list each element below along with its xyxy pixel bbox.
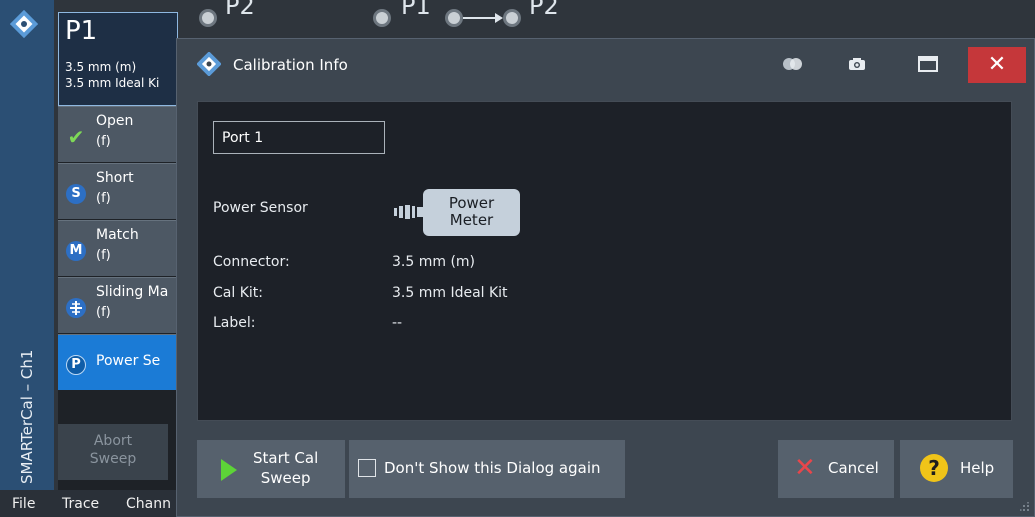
port-p1-box[interactable]: P1 3.5 mm (m) 3.5 mm Ideal Ki — [58, 12, 178, 106]
port-kit: 3.5 mm Ideal Ki — [65, 76, 160, 90]
help-label: Help — [960, 459, 995, 477]
standard-gender: (f) — [96, 134, 111, 149]
port-field: Port 1 — [213, 121, 385, 154]
menu-file[interactable]: File — [12, 496, 35, 512]
standard-match[interactable]: M Match (f) — [58, 220, 178, 276]
port-connector: 3.5 mm (m) — [65, 60, 137, 74]
port-p2-label: P2 — [225, 0, 255, 20]
port-connector-icon — [199, 9, 217, 27]
play-icon — [221, 459, 237, 481]
port-connector-icon — [373, 9, 391, 27]
standard-name: Short — [96, 170, 134, 186]
label-value: -- — [392, 315, 403, 331]
connector-value: 3.5 mm (m) — [392, 254, 476, 270]
power-sensor-icon: P — [66, 355, 86, 375]
standard-name: Power Se — [96, 353, 161, 369]
power-sensor-label: Power Sensor — [213, 200, 308, 216]
port-pair-p1-label: P1 — [401, 0, 431, 20]
start-line2: Sweep — [260, 469, 311, 487]
camera-icon — [849, 58, 865, 70]
maximize-button[interactable] — [903, 39, 953, 89]
label-label: Label: — [213, 315, 256, 331]
port-connector-icon — [503, 9, 521, 27]
close-icon: ✕ — [987, 52, 1007, 77]
standard-gender: (f) — [96, 248, 111, 263]
power-meter-icon: Power Meter — [423, 189, 520, 236]
standard-open[interactable]: ✔ Open (f) — [58, 106, 178, 162]
close-button[interactable]: ✕ — [968, 47, 1026, 83]
cal-kit-label: Cal Kit: — [213, 285, 263, 301]
transparency-toggle-button[interactable] — [768, 39, 818, 89]
standard-name: Open — [96, 113, 134, 129]
dialog-titlebar[interactable]: Calibration Info ✕ — [177, 39, 1034, 89]
start-cal-sweep-button[interactable]: Start Cal Sweep — [197, 440, 345, 498]
standard-gender: (f) — [96, 191, 111, 206]
menu-trace[interactable]: Trace — [62, 496, 99, 512]
standard-sliding-match[interactable]: Sliding Ma (f) — [58, 277, 178, 333]
help-button[interactable]: ? Help — [900, 440, 1013, 498]
resize-grip-icon[interactable] — [1020, 502, 1030, 512]
port-connector-icon — [445, 9, 463, 27]
maximize-icon — [918, 56, 938, 72]
screenshot-button[interactable] — [832, 39, 882, 89]
check-icon: ✔ — [67, 125, 85, 149]
left-strip: SMARTerCal – Ch1 — [0, 0, 54, 490]
rohde-schwarz-logo-icon — [10, 10, 38, 38]
match-icon: M — [66, 241, 86, 261]
calibration-standards-panel: P1 3.5 mm (m) 3.5 mm Ideal Ki ✔ Open (f)… — [58, 12, 178, 492]
dont-show-checkbox[interactable] — [358, 459, 376, 477]
start-line1: Start Cal — [253, 449, 319, 467]
calibration-info-panel: Port 1 Power Sensor Power Meter Connecto… — [197, 101, 1012, 421]
short-icon: S — [66, 184, 86, 204]
cal-kit-value: 3.5 mm Ideal Kit — [392, 285, 508, 301]
abort-sweep-button[interactable]: Abort Sweep — [58, 424, 168, 480]
port-pair-p2-label: P2 — [529, 0, 559, 20]
dont-show-label: Don't Show this Dialog again — [384, 459, 601, 477]
calibration-info-dialog: Calibration Info ✕ Port 1 Power Sensor P… — [176, 38, 1035, 517]
cancel-button[interactable]: ✕ Cancel — [778, 440, 894, 498]
standard-short[interactable]: S Short (f) — [58, 163, 178, 219]
abort-line1: Abort — [93, 433, 133, 449]
power-meter-line1: Power — [448, 194, 495, 212]
arrow-right-icon — [463, 13, 503, 23]
channel-label: SMARTerCal – Ch1 — [18, 349, 36, 484]
transparency-icon — [783, 58, 802, 70]
sliding-match-icon — [66, 298, 86, 318]
rohde-schwarz-logo-icon — [197, 52, 221, 76]
standard-gender: (f) — [96, 305, 111, 320]
power-sensor-connector-icon — [394, 205, 424, 219]
dont-show-again-toggle[interactable]: Don't Show this Dialog again — [349, 440, 625, 498]
connector-label: Connector: — [213, 254, 290, 270]
dialog-title: Calibration Info — [233, 56, 348, 74]
cancel-label: Cancel — [828, 459, 879, 477]
power-meter-line2: Meter — [449, 211, 494, 229]
port-label: P1 — [65, 16, 98, 46]
abort-line2: Sweep — [89, 451, 137, 467]
standard-power-sensor[interactable]: P Power Se — [58, 334, 178, 390]
standard-name: Sliding Ma — [96, 284, 169, 300]
help-icon: ? — [920, 454, 948, 482]
menu-channel[interactable]: Chann — [126, 496, 171, 512]
standard-name: Match — [96, 227, 139, 243]
cancel-icon: ✕ — [794, 453, 816, 483]
